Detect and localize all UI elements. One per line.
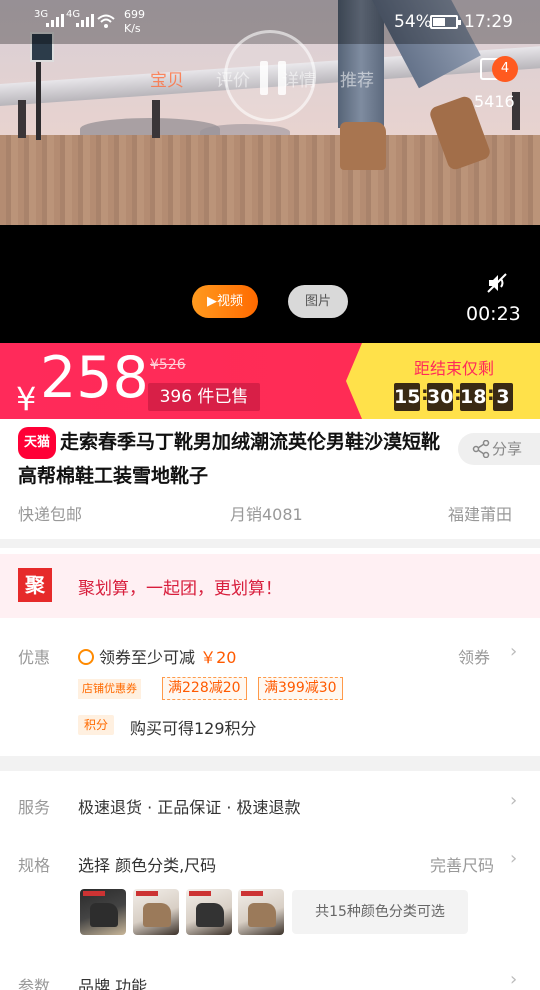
points-tag: 积分	[78, 715, 115, 735]
picture-toggle-button[interactable]: 图片	[288, 285, 348, 318]
collect-coupon-button[interactable]: 领券	[458, 644, 490, 668]
share-icon	[472, 440, 490, 458]
more-colors-button[interactable]: 共15种颜色分类可选	[292, 890, 468, 934]
chevron-right-icon: ›	[510, 641, 518, 662]
points-text: 购买可得129积分	[130, 719, 257, 738]
mute-icon[interactable]	[486, 272, 508, 294]
coupon-tag[interactable]: 满228减20	[162, 677, 247, 700]
current-price: 258	[40, 345, 149, 411]
tmall-badge: 天猫	[18, 427, 57, 459]
coupon-tag[interactable]: 满399减30	[258, 677, 343, 700]
countdown-tenths: 3	[493, 383, 513, 411]
video-toggle-button[interactable]: ▶视频	[192, 285, 258, 318]
offers-section[interactable]: 优惠 领券至少可减 ￥20 领券 › 店铺优惠券 满228减20 满399减30…	[0, 624, 540, 756]
shipping-info: 快递包邮	[18, 505, 83, 524]
color-thumbnail[interactable]	[186, 889, 232, 935]
tab-item[interactable]: 宝贝	[150, 66, 184, 91]
size-complete-link[interactable]: 完善尺码	[430, 852, 494, 876]
play-icon: ▶	[206, 294, 217, 309]
product-video[interactable]: 3G 4G 699 K/s 54% 17:29 宝贝 评价 详情 推荐 4 54…	[0, 0, 540, 343]
monthly-sales: 月销4081	[230, 505, 303, 524]
share-button[interactable]: 分享	[458, 433, 540, 465]
product-info: 天猫 走索春季马丁靴男加绒潮流英伦男鞋沙漠短靴高帮棉鞋工装雪地靴子 分享 快递包邮…	[0, 419, 540, 539]
coupon-icon	[78, 649, 94, 665]
wifi-icon	[97, 14, 115, 28]
tab-recommend[interactable]: 推荐	[340, 66, 374, 91]
cart-badge: 4	[492, 56, 518, 82]
original-price: ¥526	[150, 357, 186, 373]
battery-icon	[430, 15, 461, 29]
signal-icon	[46, 13, 68, 27]
shop-coupon-tag: 店铺优惠券	[78, 679, 141, 699]
params-label: 参数	[18, 977, 51, 990]
params-text[interactable]: 品牌 功能	[78, 973, 147, 990]
product-title: 天猫 走索春季马丁靴男加绒潮流英伦男鞋沙漠短靴高帮棉鞋工装雪地靴子	[18, 427, 448, 491]
spec-text[interactable]: 选择 颜色分类,尺码	[78, 852, 216, 876]
currency-symbol: ¥	[16, 380, 37, 418]
cart-count: 5416	[474, 92, 515, 111]
status-time: 17:29	[464, 12, 513, 32]
color-thumbnail[interactable]	[238, 889, 284, 935]
juhuasuan-text: 聚划算，一起团，更划算！	[78, 579, 282, 599]
chevron-right-icon: ›	[510, 848, 518, 869]
chevron-right-icon: ›	[510, 790, 518, 811]
battery-percent: 54%	[394, 12, 432, 32]
color-thumbnail[interactable]	[80, 889, 126, 935]
juhuasuan-section: 聚 聚划算，一起团，更划算！	[0, 548, 540, 624]
service-text[interactable]: 极速退货 · 正品保证 · 极速退款	[78, 794, 301, 818]
service-spec-section: 服务 极速退货 · 正品保证 · 极速退款 › 规格 选择 颜色分类,尺码 完善…	[0, 771, 540, 990]
juhuasuan-banner[interactable]: 聚 聚划算，一起团，更划算！	[0, 554, 540, 618]
video-duration: 00:23	[466, 303, 521, 325]
coupon-summary: 领券至少可减 ￥20	[78, 644, 236, 668]
spec-label: 规格	[18, 856, 51, 875]
service-label: 服务	[18, 798, 51, 817]
countdown-label: 距结束仅剩	[414, 359, 495, 378]
countdown-panel: 距结束仅剩 15 : 30 : 18 : 3	[346, 343, 540, 419]
offers-label: 优惠	[18, 648, 51, 667]
network-speed: 699 K/s	[124, 8, 145, 35]
ship-from-location: 福建莆田	[448, 505, 513, 524]
juhuasuan-logo: 聚	[18, 568, 52, 602]
sold-count: 396 件已售	[148, 383, 260, 411]
color-thumbnail[interactable]	[133, 889, 179, 935]
countdown-seconds: 18	[460, 383, 486, 411]
countdown-minutes: 30	[427, 383, 453, 411]
chevron-right-icon: ›	[510, 969, 518, 990]
pause-button[interactable]	[224, 30, 316, 122]
countdown-hours: 15	[394, 383, 420, 411]
signal-icon	[76, 13, 98, 27]
